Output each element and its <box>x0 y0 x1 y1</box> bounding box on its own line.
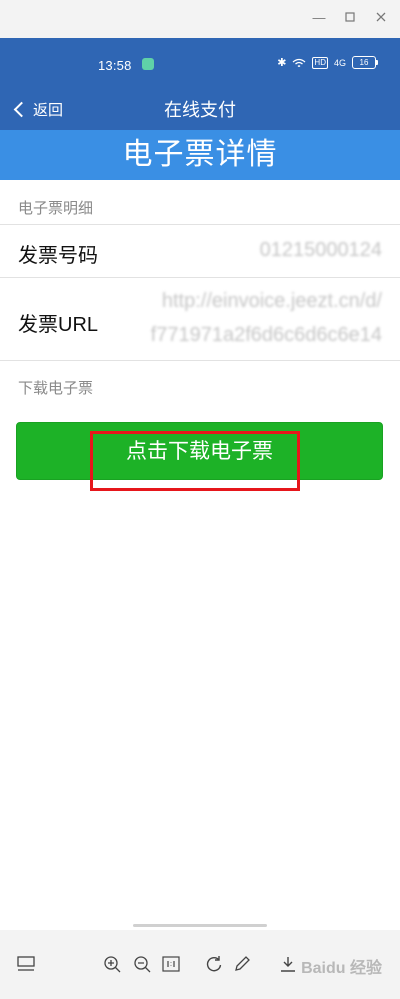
zoom-out-icon <box>134 956 151 973</box>
hd-badge: HD <box>312 56 328 69</box>
invoice-number-value: 01215000124 <box>259 239 382 261</box>
status-icons: ✱ HD 4G 16 <box>277 56 378 69</box>
bluetooth-icon: ✱ <box>277 57 287 69</box>
edit-button[interactable] <box>230 952 254 976</box>
download-section-label: 下载电子票 <box>18 380 94 397</box>
home-indicator <box>133 924 267 927</box>
invoice-url-row: 发票URL http://einvoice.jeezt.cn/d/ f77197… <box>0 277 400 361</box>
invoice-number-row: 发票号码 01215000124 <box>0 224 400 277</box>
page-title: 在线支付 <box>164 100 236 120</box>
maximize-button[interactable] <box>337 6 363 28</box>
rotate-icon <box>206 956 222 972</box>
rotate-button[interactable] <box>202 952 226 976</box>
battery-icon: 16 <box>352 56 378 69</box>
nav-bar: 返回 在线支付 <box>0 88 400 130</box>
close-icon <box>376 12 386 22</box>
edit-icon <box>235 956 250 971</box>
invoice-url-line2[interactable]: f771971a2f6d6c6d6c6e14 <box>151 324 382 347</box>
actual-size-icon <box>162 956 180 972</box>
layout-button[interactable] <box>14 952 38 976</box>
status-time: 13:58 <box>98 58 132 73</box>
invoice-url-line1[interactable]: http://einvoice.jeezt.cn/d/ <box>162 290 382 313</box>
minimize-button[interactable]: — <box>306 6 332 28</box>
details-section-label: 电子票明细 <box>18 200 94 217</box>
app-notification-icon <box>142 58 154 70</box>
status-bar: 13:58 ✱ HD 4G 16 <box>0 38 400 88</box>
wifi-icon <box>293 58 306 67</box>
actual-size-button[interactable] <box>159 952 183 976</box>
zoom-in-icon <box>104 956 121 973</box>
watermark: Baidu 经验 <box>301 960 382 977</box>
viewer-toolbar: Baidu 经验 <box>0 930 400 999</box>
download-icon <box>281 957 295 972</box>
invoice-number-label: 发票号码 <box>18 245 98 267</box>
maximize-icon <box>345 12 355 22</box>
close-button[interactable] <box>368 6 394 28</box>
signal-icon: 4G <box>333 57 346 68</box>
zoom-in-button[interactable] <box>100 952 124 976</box>
layout-icon <box>17 956 35 971</box>
detail-banner: 电子票详情 <box>0 130 400 180</box>
invoice-url-label: 发票URL <box>18 314 99 336</box>
zoom-out-button[interactable] <box>130 952 154 976</box>
download-button[interactable] <box>276 952 300 976</box>
window-titlebar: — <box>0 0 400 38</box>
download-invoice-button[interactable]: 点击下载电子票 <box>16 422 383 480</box>
